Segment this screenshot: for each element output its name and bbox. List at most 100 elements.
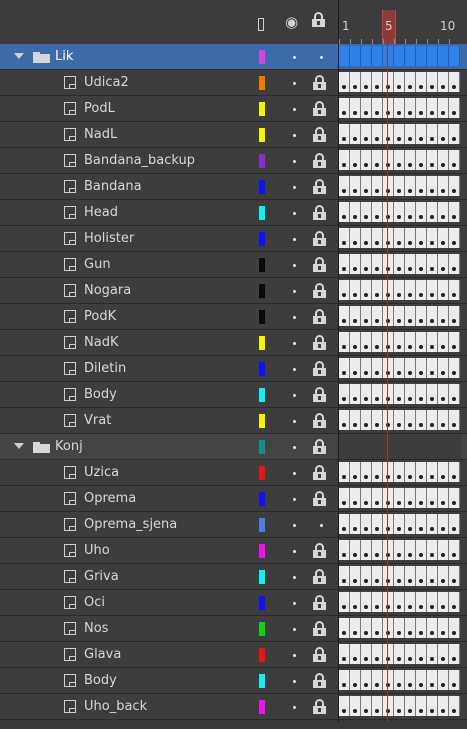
keyframe-cell[interactable] <box>405 592 416 612</box>
keyframe-cell[interactable] <box>416 514 427 534</box>
keyframe-cell[interactable] <box>339 644 350 664</box>
keyframe-cell[interactable] <box>449 384 460 404</box>
keyframe-cell[interactable] <box>383 306 394 326</box>
keyframe-cell[interactable] <box>361 410 372 430</box>
keyframe-cell[interactable] <box>383 280 394 300</box>
lock-icon[interactable] <box>313 543 326 558</box>
layer-name[interactable]: Nos <box>84 621 108 636</box>
outline-color-swatch[interactable] <box>259 76 265 90</box>
layer-name[interactable]: Diletin <box>84 361 126 376</box>
layer-name[interactable]: Oprema_sjena <box>84 517 177 532</box>
keyframe-cell[interactable] <box>427 254 438 274</box>
frame-strip[interactable] <box>339 122 461 147</box>
keyframe-cell[interactable] <box>416 462 427 482</box>
layer-name[interactable]: Oci <box>84 595 105 610</box>
keyframe-cell[interactable] <box>394 98 405 118</box>
keyframe-cell[interactable] <box>416 124 427 144</box>
keyframe-cell[interactable] <box>361 176 372 196</box>
visibility-dot[interactable] <box>293 420 296 423</box>
keyframe-cell[interactable] <box>350 176 361 196</box>
layer-name[interactable]: Uzica <box>84 465 119 480</box>
visibility-dot[interactable] <box>293 108 296 111</box>
keyframe-cell[interactable] <box>427 644 438 664</box>
keyframe-cell[interactable] <box>405 566 416 586</box>
keyframe-cell[interactable] <box>372 514 383 534</box>
keyframe-cell[interactable] <box>427 696 438 716</box>
keyframe-cell[interactable] <box>394 488 405 508</box>
lock-icon[interactable] <box>313 621 326 636</box>
keyframe-cell[interactable] <box>449 98 460 118</box>
expand-triangle-icon[interactable] <box>14 53 24 59</box>
keyframe-cell[interactable] <box>372 176 383 196</box>
frame-strip[interactable] <box>339 382 461 407</box>
keyframe-cell[interactable] <box>427 410 438 430</box>
keyframe-cell[interactable] <box>339 46 350 66</box>
keyframe-cell[interactable] <box>394 332 405 352</box>
keyframe-cell[interactable] <box>361 332 372 352</box>
frame-strip[interactable] <box>339 304 461 329</box>
keyframe-cell[interactable] <box>438 46 449 66</box>
keyframe-cell[interactable] <box>449 176 460 196</box>
frame-strip[interactable] <box>339 512 461 537</box>
lock-dot[interactable] <box>320 56 323 59</box>
keyframe-cell[interactable] <box>350 202 361 222</box>
outline-color-swatch[interactable] <box>259 440 265 454</box>
keyframe-cell[interactable] <box>416 540 427 560</box>
keyframe-cell[interactable] <box>438 566 449 586</box>
keyframe-cell[interactable] <box>405 332 416 352</box>
keyframe-cell[interactable] <box>350 592 361 612</box>
keyframe-cell[interactable] <box>438 254 449 274</box>
keyframe-cell[interactable] <box>438 696 449 716</box>
keyframe-cell[interactable] <box>394 592 405 612</box>
layer-row[interactable]: Glava <box>0 642 467 668</box>
keyframe-cell[interactable] <box>449 514 460 534</box>
lock-icon[interactable] <box>313 257 326 272</box>
frame-strip[interactable] <box>339 330 461 355</box>
keyframe-cell[interactable] <box>372 124 383 144</box>
keyframe-cell[interactable] <box>427 670 438 690</box>
keyframe-cell[interactable] <box>383 670 394 690</box>
keyframe-cell[interactable] <box>372 280 383 300</box>
keyframe-cell[interactable] <box>394 696 405 716</box>
keyframe-cell[interactable] <box>427 98 438 118</box>
frame-strip[interactable] <box>339 278 461 303</box>
keyframe-cell[interactable] <box>383 488 394 508</box>
keyframe-cell[interactable] <box>405 358 416 378</box>
layer-row[interactable]: Nogara <box>0 278 467 304</box>
layer-row[interactable]: Oprema <box>0 486 467 512</box>
lock-icon[interactable] <box>312 12 325 27</box>
keyframe-cell[interactable] <box>438 514 449 534</box>
keyframe-cell[interactable] <box>372 306 383 326</box>
keyframe-cell[interactable] <box>449 410 460 430</box>
keyframe-cell[interactable] <box>372 384 383 404</box>
keyframe-cell[interactable] <box>383 358 394 378</box>
outline-color-swatch[interactable] <box>259 648 265 662</box>
keyframe-cell[interactable] <box>427 176 438 196</box>
keyframe-cell[interactable] <box>383 228 394 248</box>
keyframe-cell[interactable] <box>350 46 361 66</box>
keyframe-cell[interactable] <box>427 540 438 560</box>
layer-name[interactable]: Body <box>84 387 117 402</box>
keyframe-cell[interactable] <box>361 150 372 170</box>
keyframe-cell[interactable] <box>383 72 394 92</box>
keyframe-cell[interactable] <box>372 72 383 92</box>
keyframe-cell[interactable] <box>427 332 438 352</box>
keyframe-cell[interactable] <box>350 670 361 690</box>
visibility-dot[interactable] <box>293 186 296 189</box>
keyframe-cell[interactable] <box>361 228 372 248</box>
lock-icon[interactable] <box>313 465 326 480</box>
keyframe-cell[interactable] <box>350 254 361 274</box>
keyframe-cell[interactable] <box>405 514 416 534</box>
keyframe-cell[interactable] <box>438 358 449 378</box>
keyframe-cell[interactable] <box>361 98 372 118</box>
keyframe-cell[interactable] <box>339 228 350 248</box>
keyframe-cell[interactable] <box>427 202 438 222</box>
keyframe-cell[interactable] <box>350 228 361 248</box>
keyframe-cell[interactable] <box>449 618 460 638</box>
keyframe-cell[interactable] <box>394 410 405 430</box>
keyframe-cell[interactable] <box>339 332 350 352</box>
layer-row[interactable]: Bandana <box>0 174 467 200</box>
layer-row[interactable]: Nos <box>0 616 467 642</box>
lock-dot[interactable] <box>320 524 323 527</box>
keyframe-cell[interactable] <box>405 644 416 664</box>
